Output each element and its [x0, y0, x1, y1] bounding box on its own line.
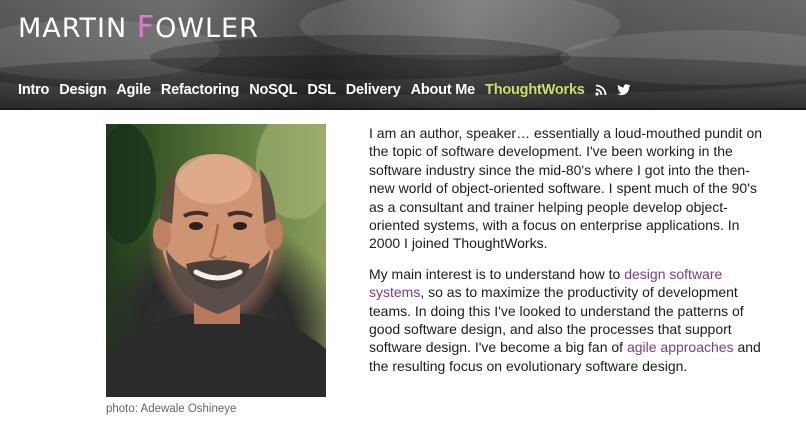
nav-intro[interactable]: Intro	[18, 82, 49, 98]
nav-thoughtworks[interactable]: ThoughtWorks	[485, 82, 585, 98]
agile-approaches-link[interactable]: agile approaches	[627, 339, 734, 355]
nav-refactoring[interactable]: Refactoring	[161, 82, 240, 98]
portrait-illustration	[106, 124, 326, 397]
logo-accent-letter: F	[136, 10, 156, 45]
nav-about-me[interactable]: About Me	[411, 82, 476, 98]
site-header: MARTIN FOWLER Intro Design Agile Refacto…	[0, 0, 806, 108]
main-nav: Intro Design Agile Refactoring NoSQL DSL…	[18, 80, 641, 100]
nav-dsl[interactable]: DSL	[307, 82, 336, 98]
bio-text-span: My main interest is to understand how to	[369, 265, 625, 282]
nav-nosql[interactable]: NoSQL	[249, 82, 297, 98]
photo-caption: photo: Adewale Oshineye	[106, 403, 237, 415]
nav-delivery[interactable]: Delivery	[346, 82, 401, 98]
author-photo	[106, 124, 326, 397]
header-divider	[0, 108, 806, 110]
site-logo[interactable]: MARTIN FOWLER	[18, 10, 259, 45]
bio-paragraph-2: My main interest is to understand how to…	[369, 265, 764, 375]
rss-icon[interactable]	[595, 84, 607, 96]
logo-first: MARTIN	[18, 13, 137, 44]
nav-agile[interactable]: Agile	[116, 82, 151, 98]
bio-paragraph-1: I am an author, speaker… essentially a l…	[369, 125, 763, 252]
logo-rest: OWLER	[155, 13, 259, 44]
bio-text: I am an author, speaker… essentially a l…	[369, 124, 764, 387]
twitter-icon[interactable]	[616, 84, 631, 96]
nav-design[interactable]: Design	[59, 82, 106, 98]
